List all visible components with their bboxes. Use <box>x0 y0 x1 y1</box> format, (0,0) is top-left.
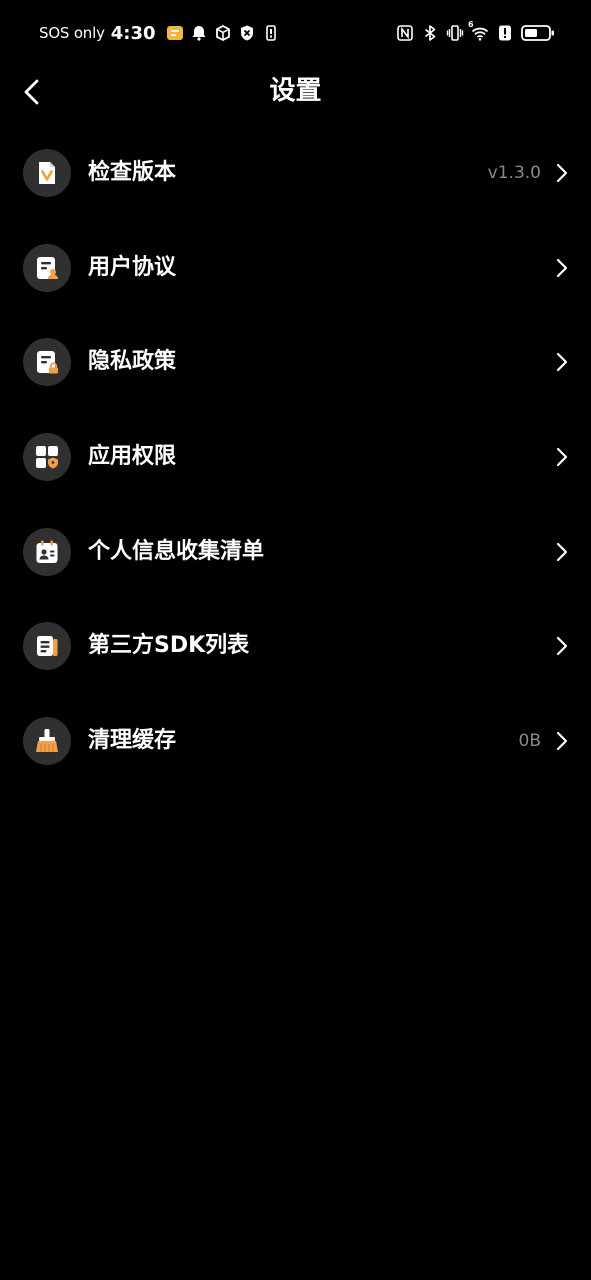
settings-item-label: 清理缓存 <box>88 728 177 754</box>
personal-info-icon <box>23 527 71 576</box>
app-permissions-icon <box>23 433 71 482</box>
settings-item-privacy-policy[interactable]: 隐私政策 <box>0 315 591 410</box>
chevron-right-icon <box>555 445 569 469</box>
alert-battery-icon <box>262 24 280 42</box>
settings-item-sdk-list[interactable]: 第三方SDK列表 <box>0 599 591 694</box>
settings-item-user-agreement[interactable]: 用户协议 <box>0 221 591 316</box>
header: 设置 <box>0 66 591 118</box>
settings-item-label: 隐私政策 <box>88 349 177 375</box>
chevron-right-icon <box>555 540 569 564</box>
settings-item-label: 第三方SDK列表 <box>88 633 250 659</box>
settings-item-check-version[interactable]: 检查版本 v1.3.0 <box>0 126 591 221</box>
wifi-icon: 6 <box>468 20 489 42</box>
settings-item-label: 应用权限 <box>88 444 177 470</box>
chevron-right-icon <box>555 350 569 374</box>
vibrate-icon <box>446 24 464 42</box>
bluetooth-icon <box>421 24 439 42</box>
settings-item-clear-cache[interactable]: 清理缓存 0B <box>0 694 591 789</box>
chevron-right-icon <box>555 161 569 185</box>
app-notification-icon <box>166 24 184 42</box>
settings-item-app-permissions[interactable]: 应用权限 <box>0 410 591 505</box>
version-value: v1.3.0 <box>487 163 541 183</box>
nfc-icon <box>396 24 414 42</box>
settings-list: 检查版本 v1.3.0 用户协议 隐私政策 应用权限 个人信息收集清单 第三方S… <box>0 126 591 789</box>
version-check-icon <box>23 149 71 197</box>
privacy-policy-icon <box>23 338 71 387</box>
wifi-6-label: 6 <box>468 20 474 29</box>
chevron-right-icon <box>555 729 569 753</box>
sdk-list-icon <box>23 622 71 671</box>
chevron-right-icon <box>555 256 569 280</box>
shield-x-icon <box>238 24 256 42</box>
alert-icon <box>496 24 514 42</box>
status-bar-left: SOS only 4:30 <box>39 21 280 45</box>
settings-item-label: 个人信息收集清单 <box>88 538 265 564</box>
page-title: 设置 <box>269 76 322 106</box>
carrier-label: SOS only <box>39 24 105 42</box>
battery-icon <box>521 24 555 42</box>
clock: 4:30 <box>110 22 156 44</box>
status-bar: SOS only 4:30 6 <box>0 0 591 66</box>
bell-icon <box>190 24 208 42</box>
broom-icon <box>23 717 71 766</box>
settings-item-label: 检查版本 <box>88 160 177 185</box>
status-bar-right: 6 <box>396 20 555 45</box>
settings-item-label: 用户协议 <box>88 254 177 280</box>
user-agreement-icon <box>23 243 71 292</box>
box-icon <box>214 24 232 42</box>
cache-size-value: 0B <box>518 731 541 752</box>
settings-item-personal-info[interactable]: 个人信息收集清单 <box>0 505 591 600</box>
chevron-right-icon <box>555 634 569 658</box>
